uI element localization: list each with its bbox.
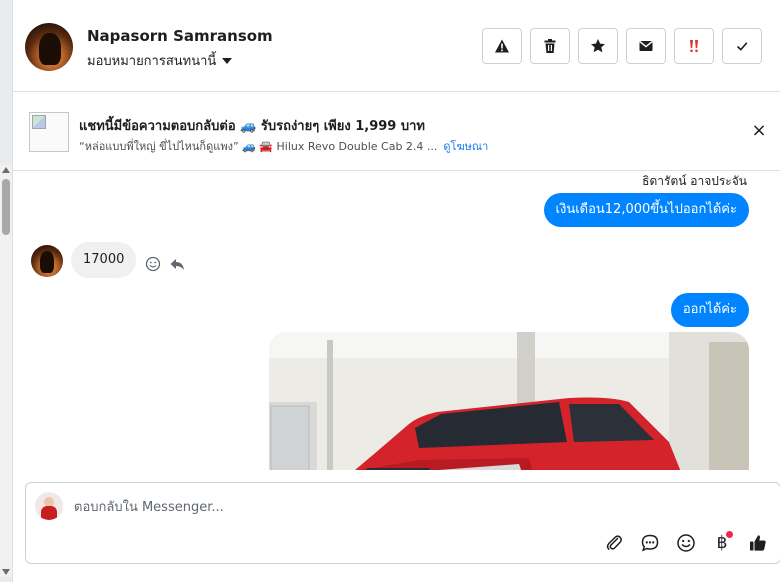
ad-description: “หล่อแบบพี่ใหญ่ ขี่ไปไหนก็ดูแพง” 🚙 🚘 Hil… bbox=[79, 140, 438, 153]
star-button[interactable] bbox=[578, 28, 618, 64]
reply-icon[interactable] bbox=[169, 256, 185, 272]
contact-name[interactable]: Napasorn Samransom bbox=[87, 27, 273, 45]
ad-title: แชทนี้มีข้อความตอบกลับต่อ 🚙 รับรถง่ายๆ เ… bbox=[79, 119, 425, 134]
delete-button[interactable] bbox=[530, 28, 570, 64]
spam-button[interactable] bbox=[482, 28, 522, 64]
ad-context-banner: แชทนี้มีข้อความตอบกลับต่อ 🚙 รับรถง่ายๆ เ… bbox=[13, 93, 780, 171]
mark-unread-button[interactable] bbox=[626, 28, 666, 64]
payment-button[interactable]: ฿ bbox=[710, 531, 734, 555]
assign-label: มอบหมายการสนทนานี้ bbox=[87, 54, 217, 69]
conversation-panel: Napasorn Samransom มอบหมายการสนทนานี้ แช… bbox=[12, 0, 780, 582]
like-button[interactable] bbox=[746, 531, 770, 555]
scrollbar-thumb[interactable] bbox=[2, 179, 10, 235]
conversation-header: Napasorn Samransom มอบหมายการสนทนานี้ bbox=[13, 0, 780, 92]
view-ad-link[interactable]: ดูโฆษณา bbox=[443, 140, 488, 153]
ad-subtitle: “หล่อแบบพี่ใหญ่ ขี่ไปไหนก็ดูแพง” 🚙 🚘 Hil… bbox=[79, 137, 488, 155]
message-composer: ฿ bbox=[25, 482, 780, 564]
trash-icon bbox=[544, 39, 556, 53]
sender-name: ธิดารัตน์ อาจประจัน bbox=[642, 174, 747, 188]
emoji-react-icon[interactable] bbox=[145, 256, 161, 272]
attached-photo[interactable] bbox=[269, 332, 749, 470]
close-icon[interactable]: × bbox=[751, 122, 767, 140]
contact-avatar[interactable] bbox=[25, 23, 73, 71]
star-icon bbox=[591, 39, 605, 53]
attach-button[interactable] bbox=[602, 531, 626, 555]
thread-scrollbar[interactable] bbox=[0, 165, 12, 577]
envelope-icon bbox=[639, 41, 653, 51]
double-exclamation-icon bbox=[690, 40, 698, 53]
reply-input[interactable] bbox=[74, 497, 674, 517]
ad-thumbnail[interactable] bbox=[29, 112, 69, 152]
contact-avatar-small[interactable] bbox=[31, 245, 63, 277]
scroll-up-icon[interactable] bbox=[2, 167, 10, 173]
assign-conversation-dropdown[interactable]: มอบหมายการสนทนานี้ bbox=[87, 50, 233, 71]
incoming-message[interactable]: 17000 bbox=[71, 242, 137, 278]
emoji-button[interactable] bbox=[674, 531, 698, 555]
scroll-down-icon[interactable] bbox=[2, 569, 10, 575]
follow-up-button[interactable] bbox=[674, 28, 714, 64]
message-thread[interactable]: ธิดารัตน์ อาจประจัน เงินเดือน12,000ขึ้นไ… bbox=[13, 172, 780, 470]
composer-tools: ฿ bbox=[602, 531, 770, 555]
saved-reply-icon bbox=[641, 534, 659, 552]
outgoing-message[interactable]: ออกได้ค่ะ bbox=[670, 293, 749, 327]
check-icon bbox=[736, 42, 748, 51]
outgoing-message[interactable]: เงินเดือน12,000ขึ้นไปออกได้ค่ะ bbox=[543, 193, 749, 227]
page-avatar bbox=[35, 492, 63, 520]
conversation-toolbar bbox=[482, 28, 762, 64]
mark-done-button[interactable] bbox=[722, 28, 762, 64]
notification-dot bbox=[726, 531, 733, 538]
paperclip-icon bbox=[606, 535, 622, 550]
car-photo-image bbox=[269, 332, 749, 470]
warning-icon bbox=[495, 39, 509, 53]
thumbs-up-icon bbox=[750, 535, 766, 551]
saved-replies-button[interactable] bbox=[638, 531, 662, 555]
caret-down-icon bbox=[222, 57, 233, 64]
emoji-icon bbox=[677, 534, 695, 552]
